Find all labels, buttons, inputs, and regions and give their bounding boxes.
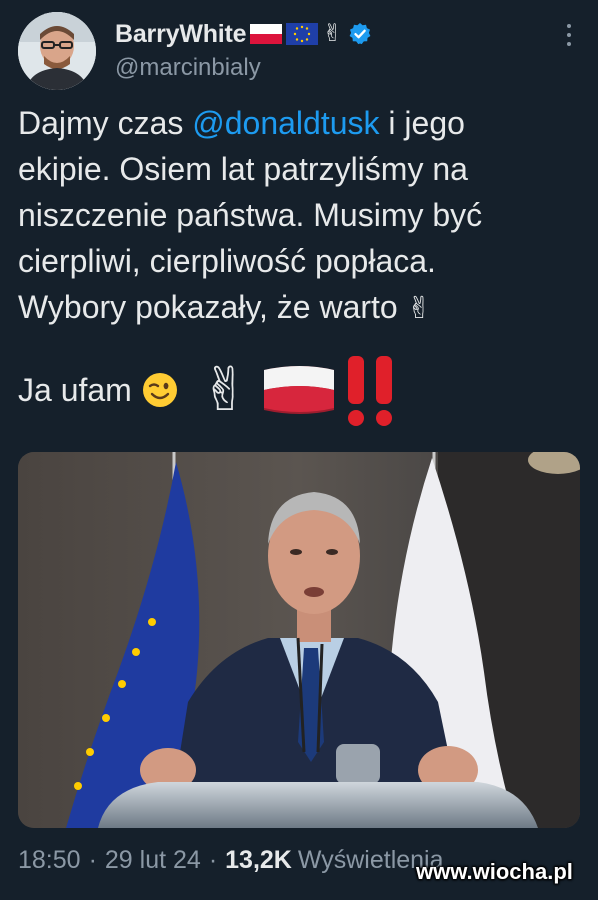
separator-dot: · <box>88 846 97 874</box>
more-options-icon[interactable] <box>564 24 574 50</box>
tweet-text-line-2: ekipie. Osiem lat patrzyliśmy na <box>18 151 468 187</box>
emoji-line: Ja ufam ✌ <box>18 350 400 430</box>
tweet-text-line-5: Wybory pokazały, że warto ✌ <box>18 284 583 332</box>
poland-flag-icon <box>264 366 335 414</box>
tweet-text-line-6: Ja ufam <box>18 371 132 408</box>
double-exclamation-icon <box>348 356 393 426</box>
winking-face-icon <box>142 373 177 407</box>
tweet[interactable]: BarryWhite ✌ @marcinbialy Dajmy czas @do… <box>0 0 598 900</box>
tweet-media[interactable] <box>18 452 580 828</box>
poland-flag-icon <box>250 24 283 44</box>
press-conference-photo <box>18 452 580 828</box>
eu-flag-icon <box>286 23 319 45</box>
victory-hand-icon: ✌ <box>406 292 432 325</box>
tweet-meta: 18:50 · 29 lut 24 · 13,2K Wyświetlenia <box>18 846 444 875</box>
watermark: www.wiocha.pl <box>416 859 573 884</box>
text-segment: Wybory pokazały, że warto <box>18 289 398 325</box>
victory-hand-icon: ✌ <box>199 356 251 423</box>
mention-link[interactable]: @donaldtusk <box>192 105 379 141</box>
views-count[interactable]: 13,2K <box>225 846 292 875</box>
verified-badge-icon[interactable] <box>348 22 372 46</box>
tweet-time[interactable]: 18:50 <box>18 846 81 875</box>
podium <box>98 782 538 828</box>
text-segment: i jego <box>379 105 465 141</box>
text-segment: Dajmy czas <box>18 105 193 141</box>
avatar[interactable] <box>18 12 96 90</box>
avatar-image <box>18 12 96 90</box>
handle[interactable]: @marcinbialy <box>115 54 372 82</box>
tweet-text-line-3: niszczenie państwa. Musimy być <box>18 197 483 233</box>
tweet-text-line-4: cierpliwi, cierpliwość popłaca. <box>18 243 436 279</box>
tweet-text-line-1: Dajmy czas @donaldtusk i jego <box>18 100 583 146</box>
tweet-date[interactable]: 29 lut 24 <box>105 846 201 875</box>
victory-hand-icon: ✌ <box>322 20 343 47</box>
display-name[interactable]: BarryWhite <box>115 20 247 49</box>
tweet-text: Dajmy czas @donaldtusk i jego ekipie. Os… <box>18 100 583 332</box>
separator-dot: · <box>208 846 218 874</box>
author-block: BarryWhite ✌ @marcinbialy <box>115 16 372 82</box>
